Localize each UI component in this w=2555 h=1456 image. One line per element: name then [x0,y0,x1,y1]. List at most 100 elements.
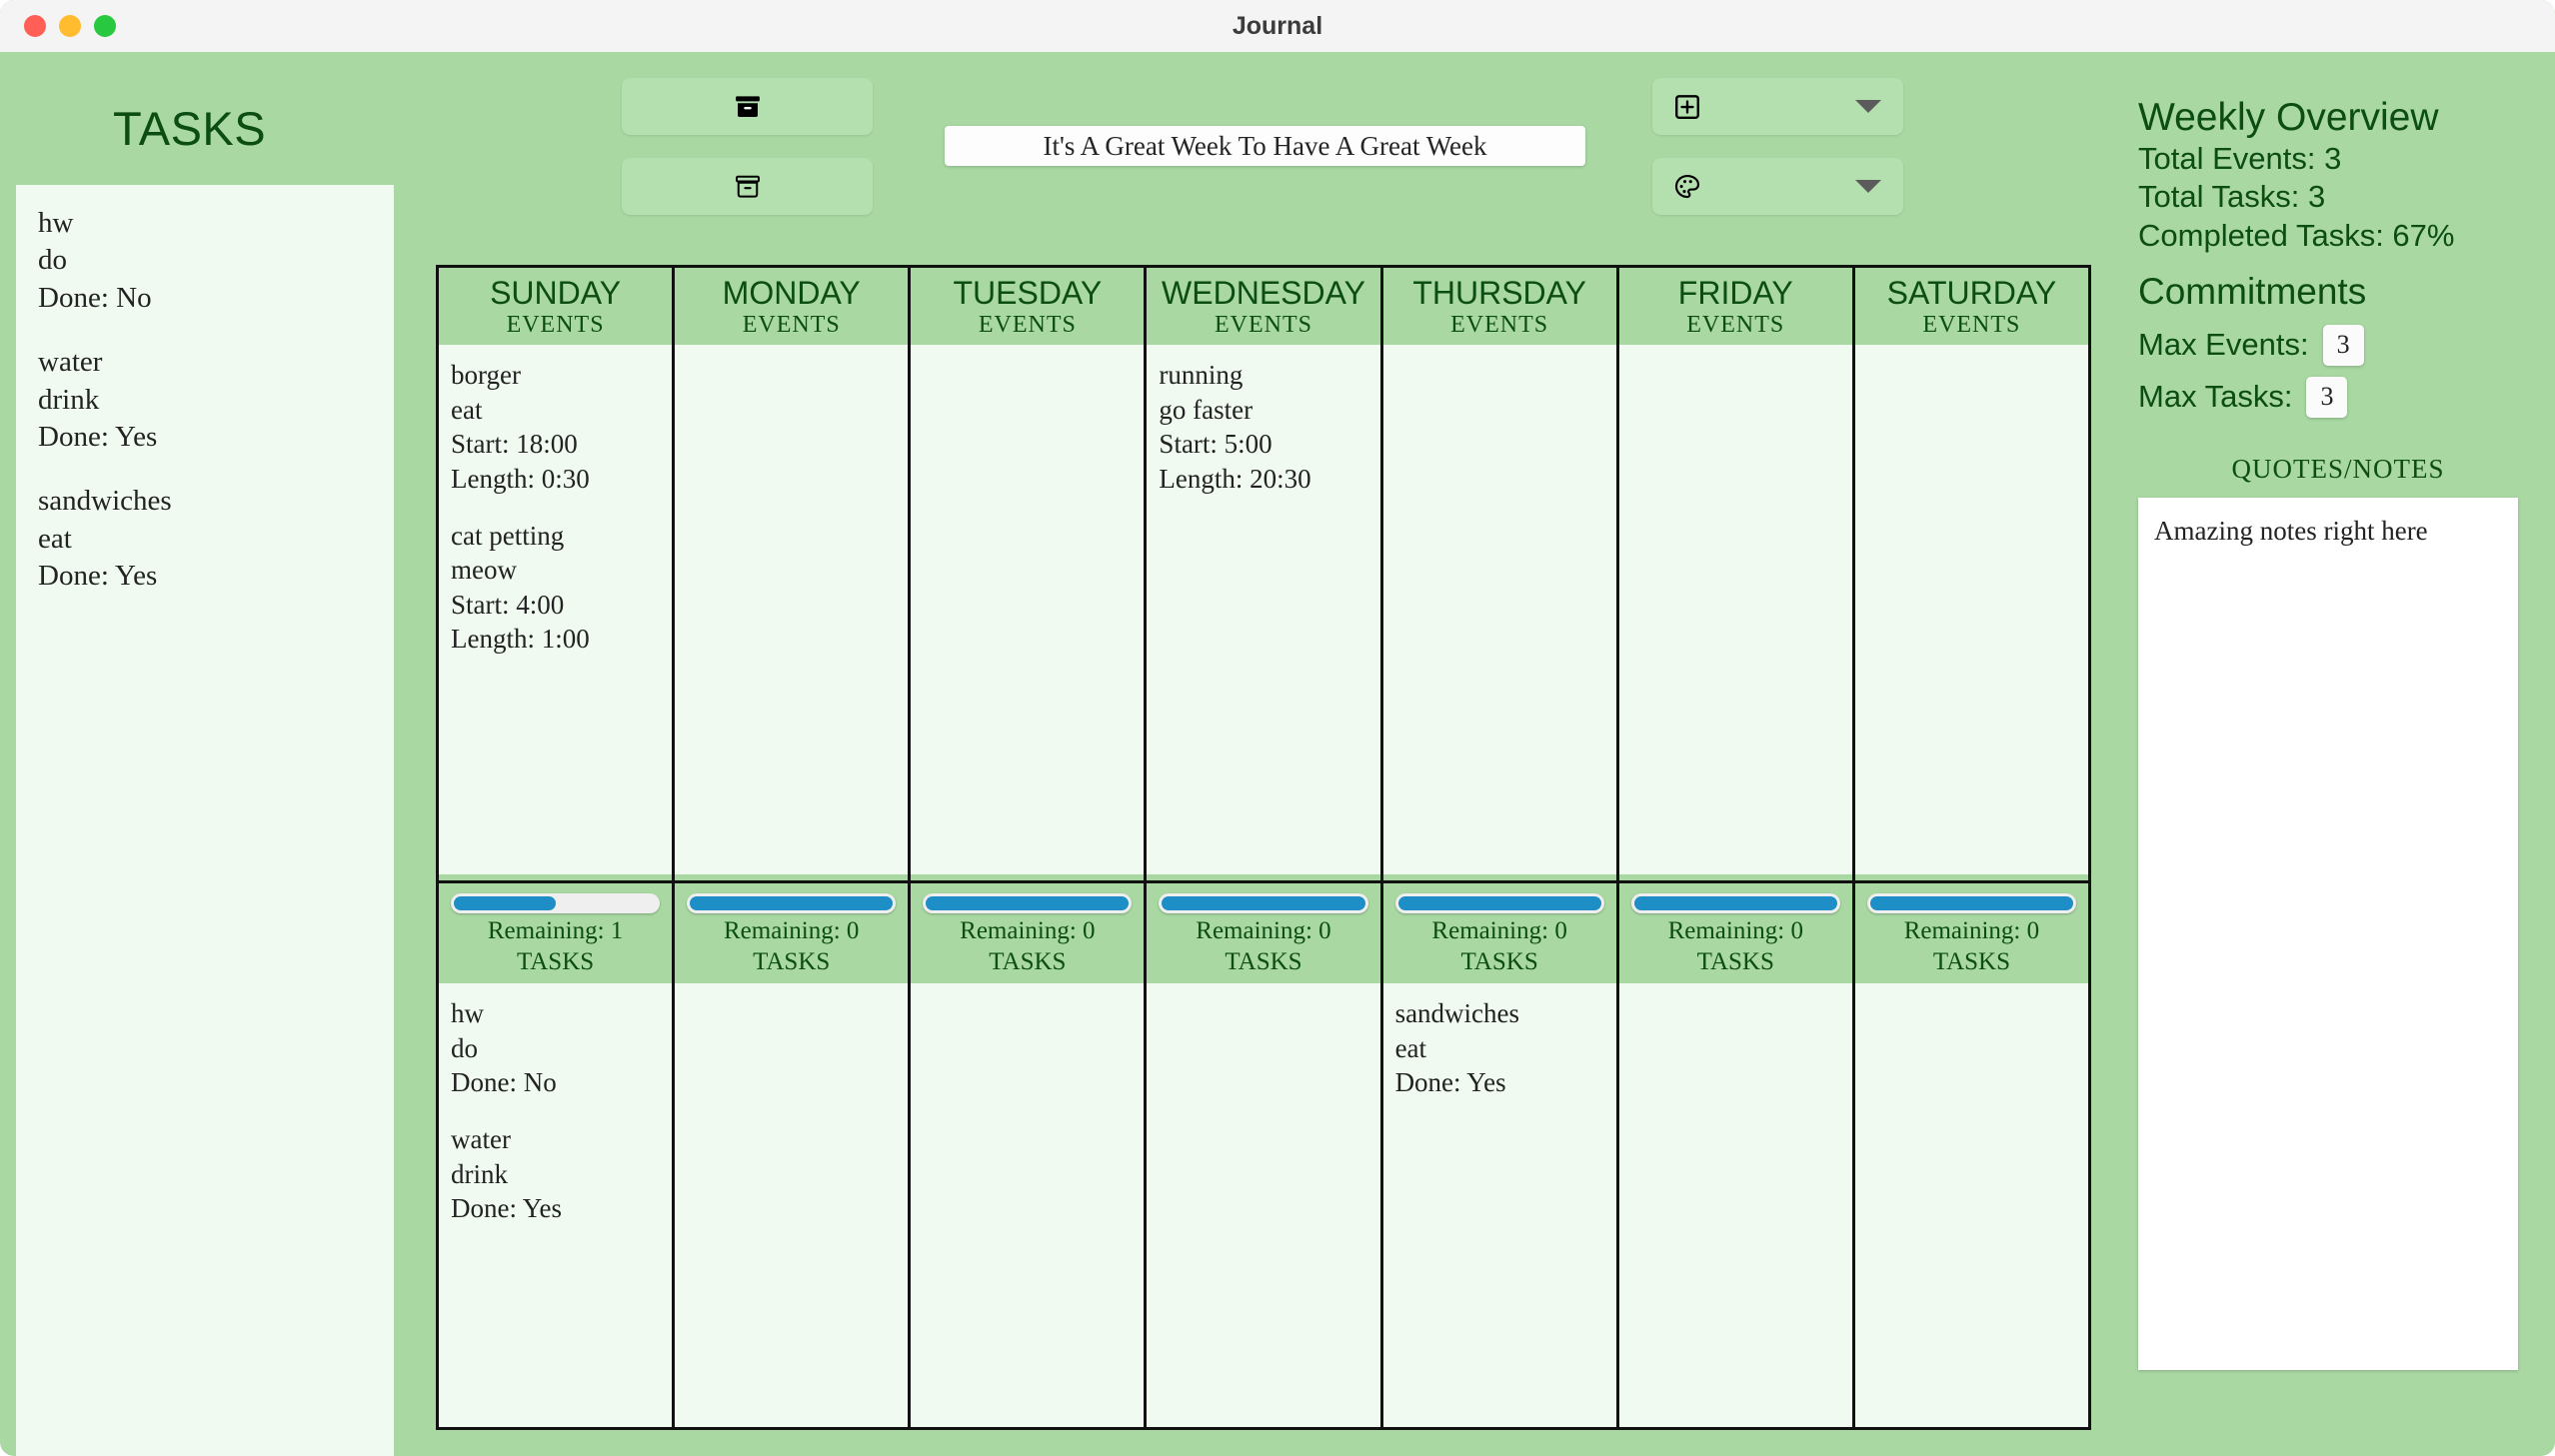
events-sublabel: EVENTS [978,311,1077,338]
day-name-label: TUESDAY [953,275,1103,311]
window-title: Journal [1232,12,1323,40]
chevron-down-icon [1855,180,1881,193]
task-progress-fill [454,896,556,911]
archive-filled-icon [735,95,760,117]
task-progress-fill [1633,896,1837,911]
day-name-label: WEDNESDAY [1162,275,1365,311]
list-item[interactable]: sandwiches eat Done: Yes [38,483,372,595]
weekly-overview-title: Weekly Overview [2138,96,2439,139]
task-progress-fill [926,896,1130,911]
day-header: MONDAY EVENTS [675,268,909,346]
task-name: water [451,1123,511,1154]
sidebar-heading: TASKS [113,102,267,155]
task-progress-fill [690,896,894,911]
events-area[interactable]: running go faster Start: 5:00 Length: 20:30 [1147,345,1380,875]
tasks-sublabel: TASKS [989,947,1067,975]
completed-tasks-stat: Completed Tasks: 67% [2138,217,2455,253]
day-tasks-header: Remaining: 0 TASKS [1382,883,1616,984]
events-area[interactable] [1854,345,2088,875]
add-item-dropdown[interactable] [1652,78,1903,135]
max-tasks-input[interactable]: 3 [2306,376,2348,418]
list-item[interactable]: hw do Done: No [38,205,372,317]
task-done: Done: No [38,281,152,314]
tasks-sublabel: TASKS [1460,947,1538,975]
event-start: Start: 5:00 [1159,429,1273,460]
max-events-input[interactable]: 3 [2322,324,2364,366]
task-note: do [451,1032,478,1063]
day-header: FRIDAY EVENTS [1618,268,1852,346]
max-tasks-row: Max Tasks: 3 [2138,376,2538,418]
task-item[interactable]: sandwiches eat Done: Yes [1395,996,1604,1100]
day-column-tuesday: TUESDAY EVENTS Remaining: 0 TASKS [911,268,1148,1427]
day-name-label: MONDAY [722,275,861,311]
tasks-area[interactable] [1147,983,1380,1427]
tasks-area[interactable]: sandwiches eat Done: Yes [1382,983,1616,1427]
event-note: go faster [1159,394,1254,425]
tasks-area[interactable]: hw do Done: No water drink Done: Yes [439,983,673,1427]
events-area[interactable] [911,345,1145,875]
task-name: water [38,346,103,379]
theme-dropdown[interactable] [1652,158,1903,215]
remaining-label: Remaining: 0 [724,917,860,945]
archive-filled-button[interactable] [622,78,873,135]
remaining-label: Remaining: 0 [1196,917,1331,945]
task-done: Done: Yes [1394,1067,1506,1098]
day-header: THURSDAY EVENTS [1382,268,1616,346]
day-header: SATURDAY EVENTS [1854,268,2088,346]
day-column-wednesday: WEDNESDAY EVENTS running go faster Start: 5:… [1147,268,1383,1427]
event-length: Length: 0:30 [451,463,590,494]
window-titlebar: Journal [0,0,2555,52]
task-name: hw [451,998,484,1029]
task-done: Done: Yes [38,560,158,593]
events-area[interactable]: borger eat Start: 18:00 Length: 0:30 cat pet… [439,345,673,875]
plus-square-icon [1675,94,1699,119]
tasks-area[interactable] [675,983,909,1427]
task-item[interactable]: hw do Done: No [451,996,660,1100]
event-note: eat [451,394,483,425]
max-events-row: Max Events: 3 [2138,324,2538,366]
journal-app-window: Journal TASKS hw do Done: No water drink Done… [0,0,2555,1456]
events-area[interactable] [1382,345,1616,875]
task-progress-bar[interactable] [1159,893,1368,914]
task-item[interactable]: water drink Done: Yes [451,1122,660,1226]
archive-outline-icon [735,175,760,198]
task-progress-bar[interactable] [923,893,1133,914]
remaining-label: Remaining: 0 [960,917,1096,945]
day-name-label: SUNDAY [490,275,622,311]
events-sublabel: EVENTS [742,311,841,338]
archive-outline-button[interactable] [622,158,873,215]
events-sublabel: EVENTS [1686,311,1785,338]
tasks-sublabel: TASKS [1696,947,1774,975]
event-item[interactable]: borger eat Start: 18:00 Length: 0:30 [451,358,660,496]
remaining-label: Remaining: 1 [487,917,624,945]
task-progress-bar[interactable] [1866,893,2076,914]
event-start: Start: 4:00 [451,589,565,620]
event-item[interactable]: cat petting meow Start: 4:00 Length: 1:00 [451,519,660,657]
commitments-title: Commitments [2138,270,2367,312]
tasks-area[interactable] [1854,983,2088,1427]
task-note: eat [1394,1032,1427,1063]
task-progress-bar[interactable] [687,893,897,914]
event-item[interactable]: running go faster Start: 5:00 Length: 20:30 [1159,358,1367,496]
task-progress-bar[interactable] [1630,893,1840,914]
week-banner-input[interactable]: It's A Great Week To Have A Great Week [945,126,1585,166]
list-item[interactable]: water drink Done: Yes [38,344,372,456]
task-progress-fill [1162,896,1365,911]
event-name: cat petting [451,520,565,551]
tasks-area[interactable] [1618,983,1852,1427]
event-length: Length: 1:00 [451,624,590,655]
total-tasks-stat: Total Tasks: 3 [2138,179,2326,215]
task-note: eat [38,522,72,555]
events-area[interactable] [1618,345,1852,875]
task-note: do [38,244,67,277]
palette-icon [1674,174,1700,198]
event-note: meow [451,555,517,586]
max-tasks-label: Max Tasks: [2138,379,2293,415]
events-sublabel: EVENTS [1922,311,2021,338]
tasks-area[interactable] [911,983,1145,1427]
notes-textarea[interactable]: Amazing notes right here [2138,497,2518,1370]
event-name: running [1159,360,1244,391]
events-area[interactable] [675,345,909,875]
task-progress-bar[interactable] [1394,893,1604,914]
task-progress-bar[interactable] [451,893,661,914]
